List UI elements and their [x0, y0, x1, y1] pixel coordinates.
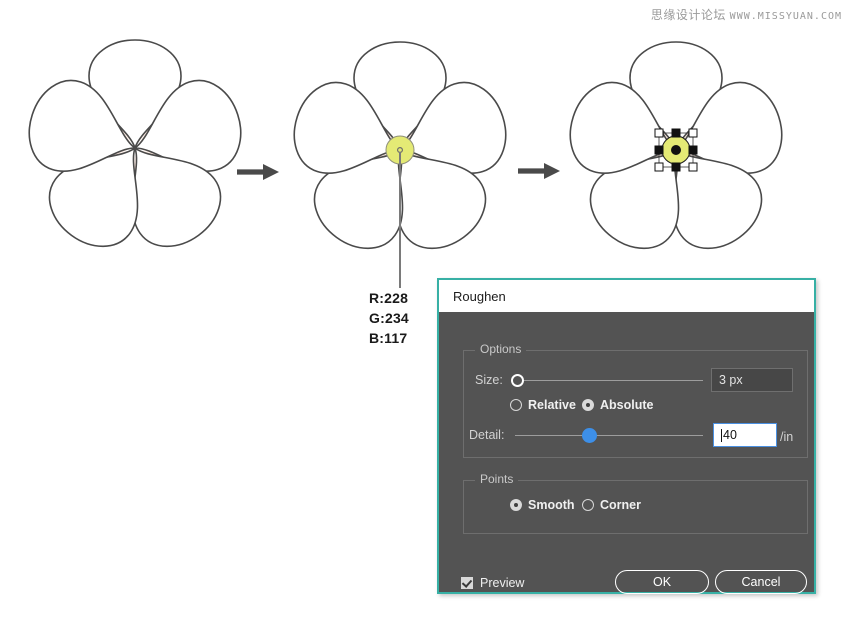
radio-absolute-indicator — [582, 399, 594, 411]
size-slider-knob[interactable] — [511, 374, 524, 387]
size-value-field[interactable]: 3 px — [711, 368, 793, 392]
radio-corner-indicator — [582, 499, 594, 511]
roughen-dialog: Roughen Options Size: 3 px Relative Abso… — [437, 278, 816, 594]
detail-label: Detail: — [469, 428, 505, 442]
ok-button-label: OK — [652, 575, 672, 589]
arrow-1-icon — [237, 164, 279, 180]
size-row: Size: — [475, 370, 503, 390]
text-cursor — [721, 428, 722, 442]
radio-corner[interactable]: Corner — [582, 498, 641, 512]
arrow-2-icon — [518, 163, 560, 179]
dialog-titlebar: Roughen — [439, 280, 814, 312]
size-label: Size: — [475, 373, 503, 387]
size-value-text: 3 px — [719, 373, 743, 387]
preview-checkbox[interactable]: Preview — [461, 576, 524, 590]
detail-row: Detail: — [469, 425, 504, 445]
radio-relative[interactable]: Relative — [510, 398, 576, 412]
radio-corner-label: Corner — [600, 498, 641, 512]
options-group-legend: Options — [475, 342, 527, 356]
size-slider-track[interactable] — [516, 380, 703, 381]
detail-slider-knob[interactable] — [582, 428, 597, 443]
cancel-button-label: Cancel — [741, 575, 781, 589]
cancel-button[interactable]: Cancel — [715, 570, 807, 594]
flower-step-1 — [18, 40, 252, 262]
detail-unit-label: /in — [780, 430, 794, 444]
detail-value-field[interactable]: 40 — [713, 423, 777, 447]
radio-relative-indicator — [510, 399, 522, 411]
points-group-legend: Points — [475, 472, 519, 486]
callout-green-value: G:234 — [369, 310, 409, 326]
center-anchor-point — [671, 145, 681, 155]
flower-step-3 — [559, 42, 793, 264]
radio-relative-label: Relative — [528, 398, 576, 412]
callout-red-value: R:228 — [369, 290, 409, 306]
radio-smooth[interactable]: Smooth — [510, 498, 575, 512]
callout-blue-value: B:117 — [369, 330, 408, 346]
radio-smooth-label: Smooth — [528, 498, 575, 512]
preview-checkbox-indicator — [461, 577, 473, 589]
detail-slider-track[interactable] — [515, 435, 703, 436]
dialog-body: Options Size: 3 px Relative Absolute Det… — [439, 312, 814, 594]
dialog-title: Roughen — [453, 288, 506, 304]
ok-button[interactable]: OK — [615, 570, 709, 594]
radio-absolute[interactable]: Absolute — [582, 398, 653, 412]
radio-smooth-indicator — [510, 499, 522, 511]
radio-absolute-label: Absolute — [600, 398, 654, 412]
preview-label: Preview — [480, 576, 525, 590]
detail-value-text: 40 — [723, 428, 737, 442]
color-value-callout: R:228 G:234 B:117 — [369, 288, 409, 348]
